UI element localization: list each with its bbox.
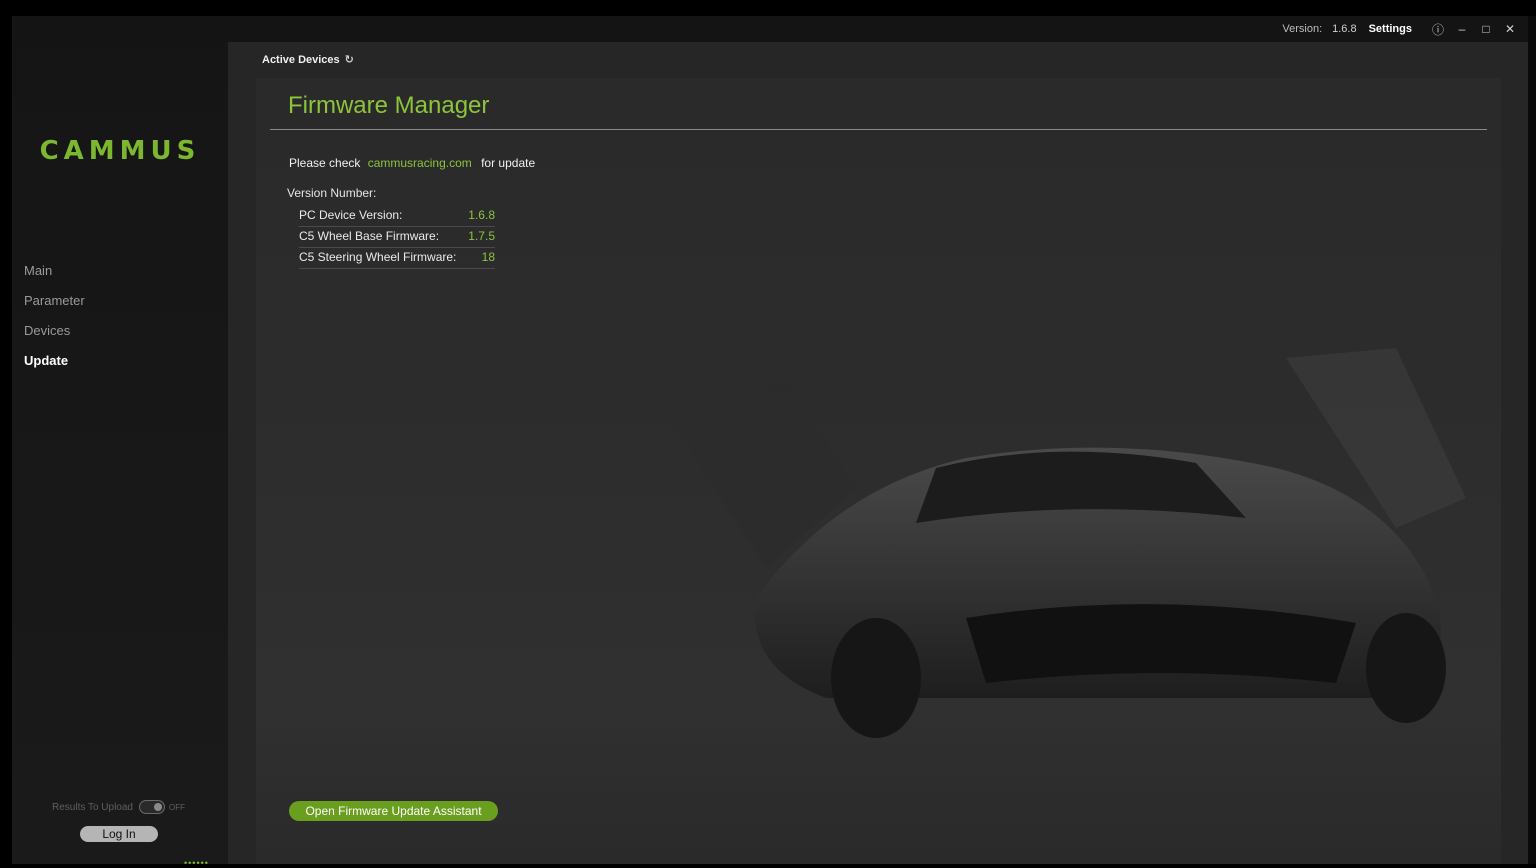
page-title: Firmware Manager bbox=[288, 92, 490, 119]
update-check-line: Please check cammusracing.com for update bbox=[289, 156, 535, 170]
sidebar-nav: Main Parameter Devices Update bbox=[24, 262, 85, 382]
loading-dots: •••••• bbox=[184, 858, 209, 868]
firmware-panel: Firmware Manager Please check cammusraci… bbox=[256, 78, 1501, 864]
results-upload-label: Results To Upload bbox=[52, 801, 133, 813]
results-upload-row: Results To Upload OFF bbox=[52, 799, 212, 815]
open-firmware-update-button[interactable]: Open Firmware Update Assistant bbox=[289, 801, 498, 821]
cammus-website-link[interactable]: cammusracing.com bbox=[368, 156, 472, 170]
version-row-label: C5 Steering Wheel Firmware: bbox=[299, 250, 457, 264]
car-background-image bbox=[676, 348, 1466, 738]
toggle-knob bbox=[153, 803, 162, 811]
version-row-label: PC Device Version: bbox=[299, 208, 403, 222]
version-row-steering-wheel: C5 Steering Wheel Firmware: 18 bbox=[299, 248, 495, 269]
active-devices-label: Active Devices bbox=[262, 53, 340, 66]
version-row-label: C5 Wheel Base Firmware: bbox=[299, 229, 440, 243]
help-icon[interactable]: ⓘ bbox=[1426, 21, 1450, 38]
version-row-value: 18 bbox=[481, 250, 495, 264]
refresh-icon[interactable]: ↻ bbox=[345, 53, 354, 66]
title-bar: Version: 1.6.8 Settings ⓘ – □ ✕ bbox=[12, 16, 1528, 42]
sidebar: CAMMUS Main Parameter Devices Update Res… bbox=[12, 42, 228, 868]
results-upload-toggle[interactable] bbox=[138, 800, 165, 814]
version-value: 1.6.8 bbox=[1332, 23, 1357, 35]
cammus-logo: CAMMUS bbox=[40, 138, 201, 162]
svg-text:CAMMUS: CAMMUS bbox=[40, 138, 201, 162]
version-label: Version: bbox=[1282, 23, 1323, 35]
check-prefix: Please check bbox=[289, 156, 361, 170]
sidebar-item-parameter[interactable]: Parameter bbox=[24, 292, 85, 322]
title-divider bbox=[270, 129, 1487, 130]
version-row-pc: PC Device Version: 1.6.8 bbox=[299, 206, 495, 227]
close-icon[interactable]: ✕ bbox=[1498, 22, 1522, 36]
maximize-icon[interactable]: □ bbox=[1474, 22, 1498, 36]
sidebar-item-main[interactable]: Main bbox=[24, 262, 85, 292]
active-devices: Active Devices ↻ bbox=[262, 53, 354, 67]
window-edge bbox=[1528, 16, 1536, 864]
settings-button[interactable]: Settings bbox=[1369, 23, 1412, 35]
minimize-icon[interactable]: – bbox=[1450, 22, 1474, 36]
sidebar-item-update[interactable]: Update bbox=[24, 352, 85, 382]
login-button[interactable]: Log In bbox=[80, 826, 158, 842]
check-suffix: for update bbox=[481, 156, 536, 170]
version-number-label: Version Number: bbox=[287, 186, 377, 200]
version-row-wheel-base: C5 Wheel Base Firmware: 1.7.5 bbox=[299, 227, 495, 248]
top-strip bbox=[0, 0, 1536, 16]
toggle-state: OFF bbox=[168, 802, 185, 812]
sidebar-item-devices[interactable]: Devices bbox=[24, 322, 85, 352]
version-row-value: 1.6.8 bbox=[468, 208, 495, 222]
version-row-value: 1.7.5 bbox=[468, 229, 495, 243]
main-area: Active Devices ↻ Firmware Manager Please… bbox=[228, 42, 1528, 864]
